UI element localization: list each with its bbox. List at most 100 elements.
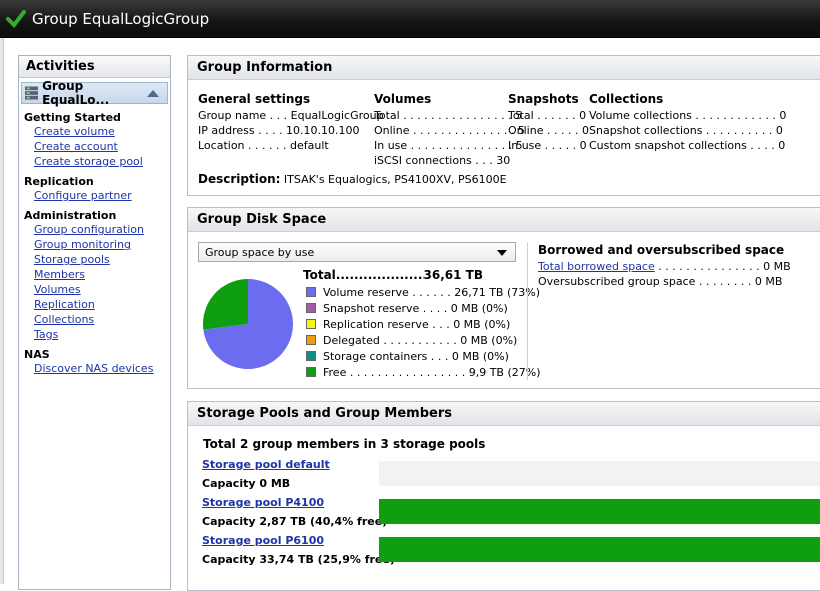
pool-p6100-link[interactable]: Storage pool P6100: [202, 534, 395, 550]
snapshots-inuse-row: In use . . . . . 0: [508, 139, 587, 152]
legend-item: Storage containers . . . 0 MB (0%): [306, 348, 541, 364]
pool-p4100-bar: [379, 499, 820, 524]
legend-swatch: [306, 351, 316, 361]
group-selector-label: Group EqualLo...: [42, 79, 110, 107]
section-administration: Administration: [24, 209, 117, 222]
legend-item: Delegated . . . . . . . . . . . 0 MB (0%…: [306, 332, 541, 348]
group-disk-space-header: Group Disk Space: [188, 208, 820, 232]
window-title: Group EqualLogicGroup: [32, 10, 210, 28]
pool-p4100-capacity: Capacity 2,87 TB (40,4% free): [202, 515, 388, 528]
collections-title: Collections: [589, 92, 664, 106]
volumes-total-row: Total . . . . . . . . . . . . . . . . 5: [374, 109, 523, 122]
group-name-row: Group name . . . EqualLogicGroup: [198, 109, 384, 122]
pool-p6100-capacity: Capacity 33,74 TB (25,9% free): [202, 553, 395, 566]
section-replication: Replication: [24, 175, 94, 188]
activities-panel: Activities Group EqualLo... Getting Star…: [18, 55, 171, 590]
storage-array-icon: [25, 86, 39, 100]
legend-item: Snapshot reserve . . . . 0 MB (0%): [306, 300, 541, 316]
tags-link[interactable]: Tags: [19, 327, 170, 342]
location-row: Location . . . . . . default: [198, 139, 329, 152]
total-borrowed-space-link[interactable]: Total borrowed space: [538, 260, 655, 273]
general-settings: General settings Group name . . . EqualL…: [198, 92, 384, 153]
legend-label: Replication reserve . . . 0 MB (0%): [323, 317, 511, 331]
section-nas: NAS: [24, 348, 50, 361]
total-value: 36,61 TB: [423, 268, 483, 282]
iscsi-connections-row: iSCSI connections . . . 30: [374, 154, 511, 167]
storage-pools-panel: Storage Pools and Group Members Total 2 …: [187, 401, 820, 591]
volumes-summary: Volumes Total . . . . . . . . . . . . . …: [374, 92, 525, 168]
chevron-down-icon[interactable]: [497, 250, 507, 256]
left-splitter[interactable]: [0, 38, 4, 584]
oversubscribed-row: Oversubscribed group space . . . . . . .…: [538, 274, 791, 289]
general-settings-title: General settings: [198, 92, 311, 106]
collapse-arrow-icon[interactable]: [147, 89, 159, 97]
group-configuration-link[interactable]: Group configuration: [19, 222, 170, 237]
create-volume-link[interactable]: Create volume: [19, 124, 170, 139]
checkmark-icon: [6, 10, 26, 28]
space-usage-pie: [203, 279, 293, 369]
group-disk-space-panel: Group Disk Space Group space by use Tota…: [187, 207, 820, 389]
oversubscribed-value: . . . . . . . . 0 MB: [698, 275, 783, 288]
section-getting-started: Getting Started: [24, 111, 121, 124]
volumes-online-row: Online . . . . . . . . . . . . . . . 5: [374, 124, 525, 137]
storage-pools-header: Storage Pools and Group Members: [188, 402, 820, 426]
group-selector[interactable]: Group EqualLo...: [21, 79, 168, 107]
space-legend: Volume reserve . . . . . . 26,71 TB (73%…: [306, 284, 541, 380]
legend-label: Delegated . . . . . . . . . . . 0 MB (0%…: [323, 333, 518, 347]
discover-nas-devices-link[interactable]: Discover NAS devices: [19, 361, 170, 376]
legend-label: Volume reserve . . . . . . 26,71 TB (73%…: [323, 285, 540, 299]
volume-collections-row: Volume collections . . . . . . . . . . .…: [589, 109, 787, 122]
pool-default-link[interactable]: Storage pool default: [202, 458, 330, 474]
create-storage-pool-link[interactable]: Create storage pool: [19, 154, 170, 169]
legend-label: Storage containers . . . 0 MB (0%): [323, 349, 509, 363]
replication-link[interactable]: Replication: [19, 297, 170, 312]
borrowed-space-row: Total borrowed space . . . . . . . . . .…: [538, 259, 791, 274]
collections-summary: Collections Volume collections . . . . .…: [589, 92, 786, 153]
legend-swatch: [306, 287, 316, 297]
pool-p4100-link[interactable]: Storage pool P4100: [202, 496, 387, 512]
legend-swatch: [306, 303, 316, 313]
pool-default-capacity: Capacity 0 MB: [202, 477, 291, 490]
legend-item: Volume reserve . . . . . . 26,71 TB (73%…: [306, 284, 541, 300]
custom-snapshot-collections-row: Custom snapshot collections . . . . 0: [589, 139, 786, 152]
oversubscribed-label: Oversubscribed group space: [538, 275, 696, 288]
pool-p6100-bar: [379, 537, 820, 562]
pie-slice: [203, 279, 248, 330]
space-view-dropdown[interactable]: Group space by use: [198, 242, 516, 262]
total-space: Total ..................................…: [303, 268, 483, 282]
borrowed-space-title: Borrowed and oversubscribed space: [538, 243, 785, 257]
description: Description: ITSAK's Equalogics, PS4100X…: [198, 172, 507, 186]
group-information-panel: Group Information General settings Group…: [187, 55, 820, 196]
snapshots-title: Snapshots: [508, 92, 579, 106]
pool-default-bar: [379, 461, 820, 486]
legend-swatch: [306, 319, 316, 329]
description-value: ITSAK's Equalogics, PS4100XV, PS6100E: [283, 173, 507, 186]
pool-p6100-bar-fill: [379, 537, 820, 562]
pool-p4100: Storage pool P4100 Capacity 2,87 TB (40,…: [202, 496, 387, 528]
snapshot-collections-row: Snapshot collections . . . . . . . . . .…: [589, 124, 783, 137]
volumes-title: Volumes: [374, 92, 432, 106]
pool-p6100: Storage pool P6100 Capacity 33,74 TB (25…: [202, 534, 395, 566]
legend-item: Free . . . . . . . . . . . . . . . . . 9…: [306, 364, 541, 380]
configure-partner-link[interactable]: Configure partner: [19, 188, 170, 203]
group-information-header: Group Information: [188, 56, 820, 80]
members-link[interactable]: Members: [19, 267, 170, 282]
space-view-dropdown-value: Group space by use: [205, 246, 315, 259]
collections-link[interactable]: Collections: [19, 312, 170, 327]
storage-pools-link[interactable]: Storage pools: [19, 252, 170, 267]
divider: [527, 242, 528, 380]
group-monitoring-link[interactable]: Group monitoring: [19, 237, 170, 252]
pools-total: Total 2 group members in 3 storage pools: [203, 437, 486, 451]
legend-label: Snapshot reserve . . . . 0 MB (0%): [323, 301, 508, 315]
legend-swatch: [306, 367, 316, 377]
legend-item: Replication reserve . . . 0 MB (0%): [306, 316, 541, 332]
ip-address-row: IP address . . . . 10.10.10.100: [198, 124, 360, 137]
volumes-link[interactable]: Volumes: [19, 282, 170, 297]
total-borrowed-space-value: . . . . . . . . . . . . . . . 0 MB: [658, 260, 791, 273]
legend-swatch: [306, 335, 316, 345]
pool-default: Storage pool default Capacity 0 MB: [202, 458, 330, 490]
create-account-link[interactable]: Create account: [19, 139, 170, 154]
legend-label: Free . . . . . . . . . . . . . . . . . 9…: [323, 365, 541, 379]
borrowed-space: Borrowed and oversubscribed space Total …: [538, 243, 791, 289]
description-label: Description:: [198, 172, 281, 186]
